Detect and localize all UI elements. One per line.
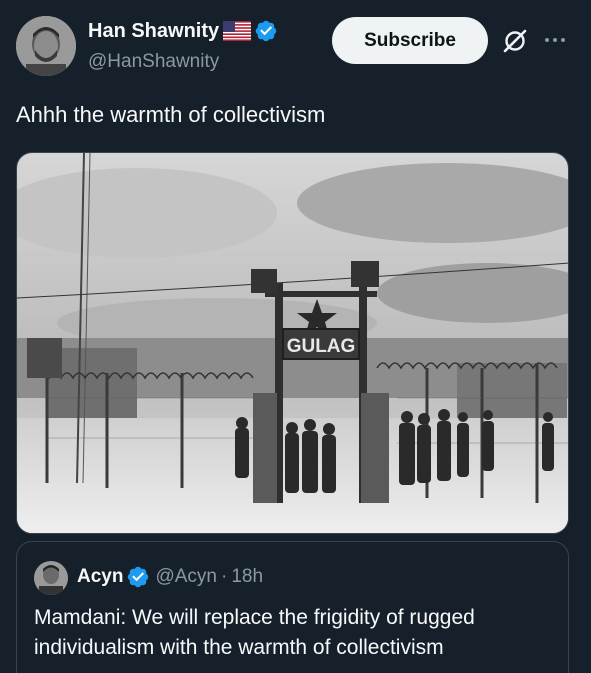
separator-dot: ·: [221, 566, 228, 587]
subscribe-button[interactable]: Subscribe: [332, 17, 488, 64]
tweet-photo[interactable]: GULAG: [16, 152, 569, 534]
us-flag-icon: [223, 21, 252, 41]
tweet-text: Ahhh the warmth of collectivism: [16, 102, 326, 127]
grok-icon[interactable]: [500, 26, 530, 56]
author-avatar[interactable]: [16, 16, 76, 76]
quoted-author-row: Acyn @Acyn · 18h: [77, 565, 263, 589]
verified-badge-icon[interactable]: [126, 565, 150, 589]
quoted-handle[interactable]: @Acyn: [155, 566, 217, 588]
more-options-icon[interactable]: [540, 28, 570, 52]
quoted-timestamp[interactable]: 18h: [231, 566, 263, 588]
quoted-author-avatar[interactable]: [34, 561, 68, 595]
quoted-display-name[interactable]: Acyn: [77, 566, 123, 588]
quoted-tweet[interactable]: Acyn @Acyn · 18h Mamdani: We will replac…: [16, 541, 569, 673]
author-handle[interactable]: @HanShawnity: [88, 51, 219, 73]
quoted-tweet-text: Mamdani: We will replace the frigidity o…: [34, 606, 475, 659]
author-display-name[interactable]: Han Shawnity: [88, 20, 219, 43]
verified-badge-icon[interactable]: [254, 19, 278, 43]
gate-sign-text: GULAG: [287, 336, 356, 357]
tweet: Han Shawnity @HanShawnity Subscribe Ahhh…: [0, 0, 591, 673]
author-name-row: Han Shawnity: [88, 18, 278, 44]
